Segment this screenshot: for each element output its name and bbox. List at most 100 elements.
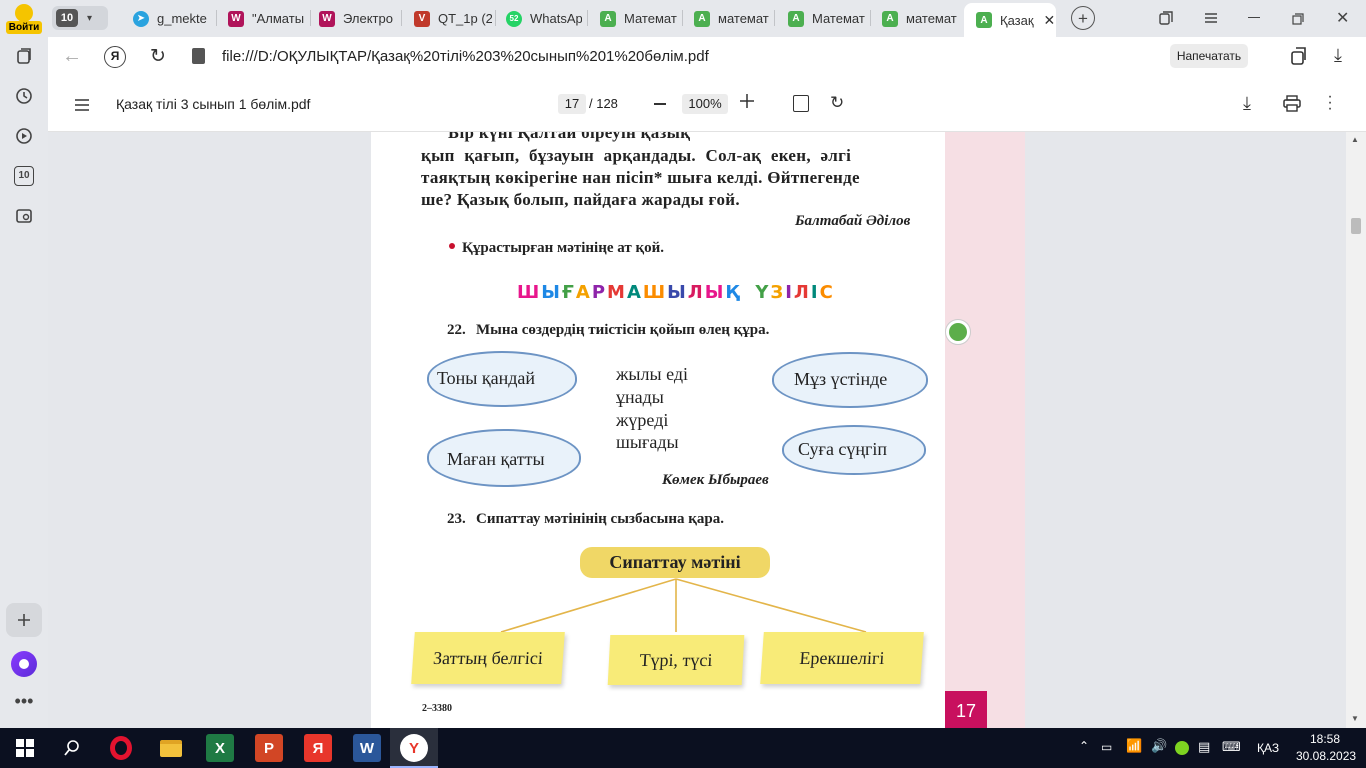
keyboard-icon[interactable]: ⌨ (1222, 739, 1241, 755)
show-hidden-icon[interactable]: ⌃ (1079, 739, 1089, 753)
add-panel-button[interactable] (6, 603, 42, 637)
excel-icon[interactable]: X (206, 734, 234, 762)
tab-qt[interactable]: V QT_1р (2 (414, 4, 492, 33)
tab-whatsapp[interactable]: 52 WhatsAp (506, 4, 582, 33)
pdf-filename: Қазақ тілі 3 сынып 1 бөлім.pdf (116, 96, 311, 112)
windows-start-icon[interactable] (11, 734, 39, 762)
search-icon[interactable] (58, 734, 86, 762)
pdf-download-icon[interactable]: ⤓ (1243, 93, 1251, 114)
vertical-scrollbar[interactable]: ▲ ▼ (1346, 132, 1366, 728)
tab-label: QT_1р (2 (438, 11, 492, 26)
page-number-input[interactable]: 17 (558, 94, 586, 114)
scheme-item: Ерекшелігі (760, 632, 924, 684)
profile-avatar-icon (15, 4, 33, 22)
tab-label: Қазақ (1000, 12, 1034, 28)
new-tab-button[interactable]: + (1071, 6, 1095, 30)
hamburger-menu-icon[interactable] (75, 98, 89, 111)
file-explorer-icon[interactable] (157, 734, 185, 762)
fit-page-icon[interactable] (793, 95, 809, 112)
restore-icon[interactable] (1292, 12, 1304, 25)
file-icon (192, 48, 205, 64)
download-icon[interactable]: ⤓ (1334, 45, 1342, 66)
reload-icon[interactable]: ↻ (150, 45, 166, 68)
site-icon: A (882, 10, 898, 27)
alice-assistant-icon[interactable] (11, 651, 37, 677)
close-window-icon[interactable]: ✕ (1336, 8, 1349, 28)
site-icon: W (319, 10, 335, 27)
tab-label: Математ (812, 11, 865, 26)
rotate-icon[interactable]: ↻ (830, 93, 844, 113)
collections-icon[interactable] (12, 44, 36, 68)
page-number-badge: 17 (945, 691, 987, 728)
tab-label: Электро (343, 11, 393, 26)
scheme-item: Түрі, түсі (607, 635, 745, 685)
tab-strip: 10 ▾ ➤ g_mekte W "Алматы W Электро V QT_… (48, 0, 1366, 37)
yandex-logo-icon[interactable]: Я (104, 46, 126, 68)
tab-math-3[interactable]: A Математ (788, 4, 868, 33)
history-icon[interactable] (12, 84, 36, 108)
tab-count: 10 (56, 9, 78, 27)
network-icon[interactable]: 📶 (1126, 738, 1142, 754)
address-bar-row: ← Я ↻ file:///D:/ОҚУЛЫҚТАР/Қазақ%20тілі%… (48, 37, 1366, 76)
tab-manager-icon[interactable] (1158, 10, 1174, 26)
zoom-out-icon[interactable] (654, 103, 666, 105)
site-icon: V (414, 10, 430, 27)
minimize-icon[interactable] (1248, 17, 1260, 18)
close-tab-icon[interactable]: ✕ (1044, 12, 1056, 29)
tab-almaty[interactable]: W "Алматы (228, 4, 308, 33)
word-icon[interactable]: W (353, 734, 381, 762)
notification-icon[interactable]: ▤ (1198, 739, 1210, 755)
profile-button[interactable]: Войти (6, 4, 42, 34)
print-button[interactable]: Напечатать (1170, 44, 1248, 68)
more-icon[interactable]: ••• (12, 692, 36, 714)
screenshot-icon[interactable] (12, 204, 36, 228)
tab-active-kazakh[interactable]: A Қазақ ✕ (964, 3, 1056, 37)
powerpoint-icon[interactable]: P (255, 734, 283, 762)
yandex-browser-icon[interactable]: Я (304, 734, 332, 762)
more-options-icon[interactable]: · · · (1326, 89, 1334, 117)
page-side-strip (945, 132, 1025, 728)
tab-label: "Алматы (252, 11, 305, 26)
clock-time[interactable]: 18:58 (1310, 732, 1340, 746)
whatsapp-icon: 52 (506, 10, 522, 27)
tab-telegram[interactable]: ➤ g_mekte (133, 4, 209, 33)
scroll-thumb[interactable] (1351, 218, 1361, 234)
tab-math-4[interactable]: A математ (882, 4, 958, 33)
tab-math-1[interactable]: A Математ (600, 4, 680, 33)
assistant-float-icon[interactable] (945, 319, 971, 345)
tab-electro[interactable]: W Электро (319, 4, 395, 33)
address-input[interactable]: file:///D:/ОҚУЛЫҚТАР/Қазақ%20тілі%203%20… (222, 48, 709, 65)
scheme-item: Заттың белгісі (411, 632, 565, 684)
tab-count-button[interactable]: 10 ▾ (52, 6, 108, 30)
share-icon[interactable] (1288, 46, 1308, 66)
tab-counter-icon[interactable]: 10 (12, 164, 36, 188)
yandex-active-icon[interactable]: Y (400, 734, 428, 762)
site-icon: A (976, 12, 992, 28)
tab-label: математ (718, 11, 769, 26)
plus-icon (18, 614, 30, 626)
menu-icon[interactable] (1203, 10, 1219, 26)
opera-icon[interactable] (107, 734, 135, 762)
back-arrow-icon[interactable]: ← (62, 45, 82, 68)
zoom-level[interactable]: 100% (682, 94, 728, 114)
tab-math-2[interactable]: A математ (694, 4, 770, 33)
video-icon[interactable] (12, 124, 36, 148)
tab-label: математ (906, 11, 957, 26)
pdf-page: Бір күні Қалтай біреуін қазық қып қағып,… (371, 132, 945, 728)
tab-label: Математ (624, 11, 677, 26)
pdf-toolbar: Қазақ тілі 3 сынып 1 бөлім.pdf 17 / 128 … (48, 76, 1366, 132)
language-indicator[interactable]: ҚАЗ (1257, 741, 1279, 755)
battery-icon[interactable]: ▭ (1101, 740, 1112, 754)
tray-app-icon[interactable] (1175, 741, 1189, 755)
footer-code: 2–3380 (422, 703, 452, 714)
volume-icon[interactable]: 🔊 (1151, 738, 1167, 754)
windows-taskbar: X P Я W Y ⌃ ▭ 📶 🔊 ▤ ⌨ ҚАЗ 18:58 30.08.20… (0, 728, 1366, 768)
print-icon[interactable] (1283, 95, 1301, 112)
zoom-in-icon[interactable] (740, 94, 754, 108)
browser-sidebar: Войти 10 ••• (0, 0, 48, 728)
site-icon: A (694, 10, 710, 27)
scroll-up-icon[interactable]: ▲ (1351, 135, 1359, 144)
page-total: / 128 (589, 96, 618, 111)
scroll-down-icon[interactable]: ▼ (1351, 714, 1359, 723)
clock-date[interactable]: 30.08.2023 (1296, 749, 1356, 763)
